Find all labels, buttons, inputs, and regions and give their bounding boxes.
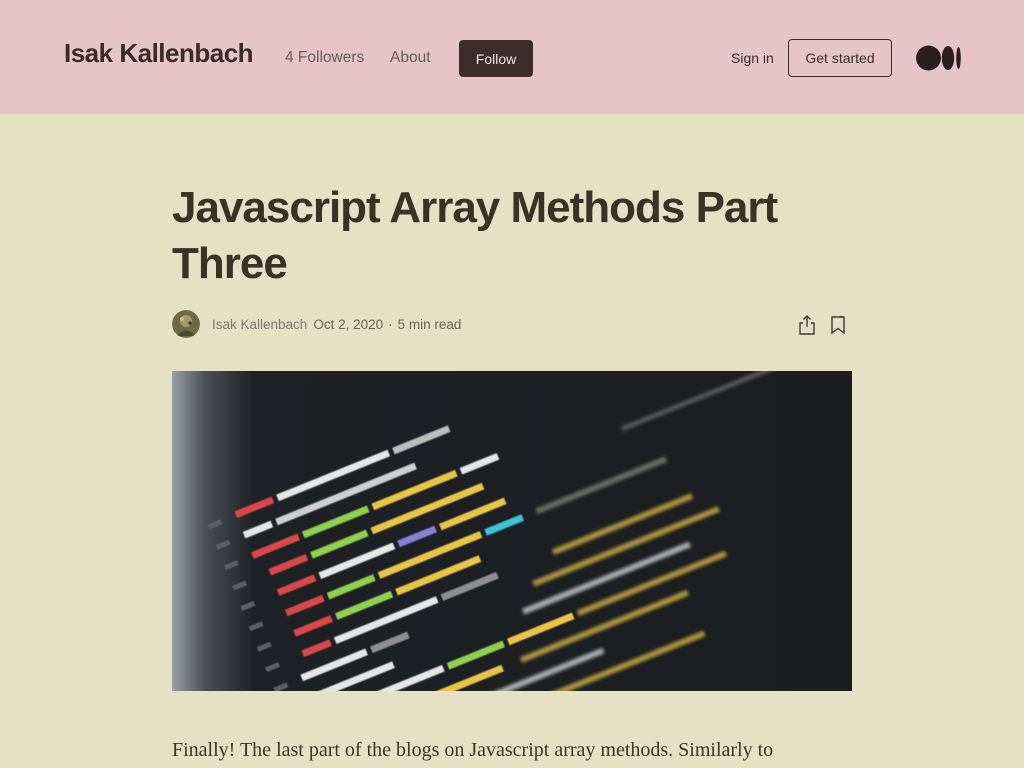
author-name[interactable]: Isak Kallenbach — [212, 317, 307, 332]
follow-button[interactable]: Follow — [459, 40, 533, 77]
article-intro: Finally! The last part of the blogs on J… — [172, 739, 774, 761]
code-screenshot-illustration — [172, 371, 852, 691]
read-time: 5 min read — [397, 317, 462, 332]
sign-in-link[interactable]: Sign in — [731, 50, 774, 66]
site-header: Isak Kallenbach 4 Followers About Follow… — [0, 0, 1024, 114]
medium-logo-icon[interactable] — [916, 45, 962, 71]
get-started-button[interactable]: Get started — [788, 39, 892, 77]
brand-name[interactable]: Isak Kallenbach — [64, 38, 254, 69]
share-icon[interactable] — [797, 314, 817, 336]
bookmark-icon[interactable] — [829, 315, 847, 335]
article-meta: Isak Kallenbach Oct 2, 2020 · 5 min read — [212, 317, 461, 332]
followers-link[interactable]: 4 Followers — [285, 49, 364, 67]
publish-date: Oct 2, 2020 — [313, 317, 384, 332]
hero-image — [172, 371, 852, 691]
author-avatar[interactable] — [172, 310, 200, 338]
meta-separator: · — [388, 317, 393, 332]
article-title: Javascript Array Methods Part Three — [172, 183, 778, 288]
about-link[interactable]: About — [390, 49, 431, 67]
